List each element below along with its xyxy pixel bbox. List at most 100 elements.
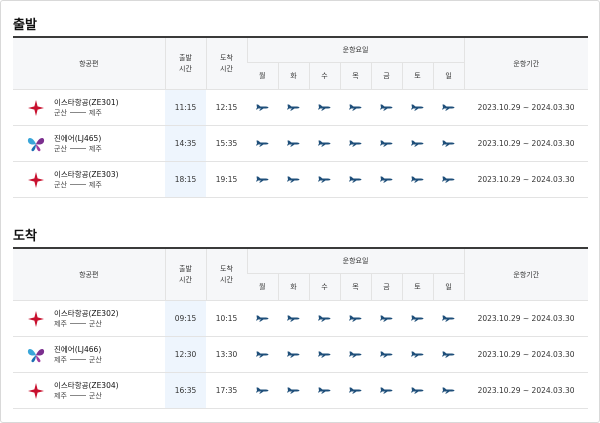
plane-icon <box>433 89 465 126</box>
plane-icon <box>309 161 340 198</box>
header-day-2: 수 <box>308 62 340 90</box>
plane-icon <box>247 336 278 373</box>
dep-time: 11:15 <box>165 89 206 126</box>
route-to: 군산 <box>88 391 102 400</box>
airline-name: 이스타항공(ZE302) <box>54 308 119 318</box>
plane-icon <box>402 300 433 337</box>
header-day-6: 일 <box>432 273 465 301</box>
dep-time: 12:30 <box>165 336 206 373</box>
arr-time: 19:15 <box>206 161 247 198</box>
plane-icon <box>371 89 402 126</box>
plane-icon <box>278 372 309 409</box>
header-day-1: 화 <box>277 62 309 90</box>
plane-icon <box>340 372 371 409</box>
operation-period: 2023.10.29 ~ 2024.03.30 <box>464 89 588 126</box>
flight-cell: 진에어(LJ466) 제주 군산 <box>13 336 165 373</box>
route-from: 제주 <box>54 391 67 400</box>
header-day-0: 월 <box>247 273 278 301</box>
route-line <box>69 112 86 113</box>
plane-icon <box>402 89 433 126</box>
dep-time: 09:15 <box>165 300 206 337</box>
arr-time: 12:15 <box>206 89 247 126</box>
plane-icon <box>340 89 371 126</box>
route: 제주 군산 <box>54 319 119 330</box>
plane-icon <box>278 336 309 373</box>
header-day-2: 수 <box>308 273 340 301</box>
jinair-butterfly-icon <box>27 346 45 364</box>
plane-icon <box>371 161 402 198</box>
plane-icon <box>309 89 340 126</box>
route-from: 제주 <box>54 355 67 364</box>
plane-icon <box>247 372 278 409</box>
plane-icon <box>278 161 309 198</box>
header-period: 운항기간 <box>463 36 588 90</box>
plane-icon <box>309 372 340 409</box>
route-to: 군산 <box>88 319 102 328</box>
plane-icon <box>247 125 278 162</box>
header-day-1: 화 <box>277 273 309 301</box>
arr-time: 10:15 <box>206 300 247 337</box>
route-line <box>69 359 86 360</box>
arr-time: 15:35 <box>206 125 247 162</box>
header-day-4: 금 <box>370 62 402 90</box>
flight-cell: 이스타항공(ZE302) 제주 군산 <box>13 300 165 337</box>
plane-icon <box>433 372 465 409</box>
airline-name: 이스타항공(ZE301) <box>54 97 119 107</box>
table-row: 이스타항공(ZE304) 제주 군산 16:35 17:35 2023.10.29 ~ 2… <box>13 372 588 409</box>
route-from: 군산 <box>54 108 67 117</box>
operation-period: 2023.10.29 ~ 2024.03.30 <box>464 125 588 162</box>
table-row: 진에어(LJ466) 제주 군산 12:30 13:30 2023.10.29 ~ 202… <box>13 336 588 373</box>
departure-title: 출발 <box>13 18 37 33</box>
route: 제주 군산 <box>54 355 102 366</box>
dep-time: 18:15 <box>165 161 206 198</box>
plane-icon <box>247 300 278 337</box>
route: 제주 군산 <box>54 391 119 402</box>
plane-icon <box>402 336 433 373</box>
route-to: 군산 <box>88 355 102 364</box>
departure-table: 항공편 출발 시간 도착 시간 운항요일 운항기간 월 화 수 목 금 토 일 이스타항공(ZE301) 군산… <box>13 36 588 198</box>
plane-icon <box>371 336 402 373</box>
route-to: 제주 <box>88 108 102 117</box>
route-line <box>69 395 86 396</box>
flight-cell: 이스타항공(ZE301) 군산 제주 <box>13 89 165 126</box>
flight-cell: 이스타항공(ZE303) 군산 제주 <box>13 161 165 198</box>
header-arr-time: 도착 시간 <box>205 247 247 301</box>
operation-period: 2023.10.29 ~ 2024.03.30 <box>464 161 588 198</box>
route-to: 제주 <box>88 144 102 153</box>
eastar-star-icon <box>27 171 45 189</box>
plane-icon <box>340 161 371 198</box>
plane-icon <box>309 336 340 373</box>
eastar-star-icon <box>27 382 45 400</box>
route-from: 군산 <box>54 144 67 153</box>
arr-time: 13:30 <box>206 336 247 373</box>
header-arr-time: 도착 시간 <box>205 36 247 90</box>
dep-time: 16:35 <box>165 372 206 409</box>
plane-icon <box>433 300 465 337</box>
jinair-butterfly-icon <box>27 135 45 153</box>
header-dep-time: 출발 시간 <box>164 247 206 301</box>
plane-icon <box>278 125 309 162</box>
flight-cell: 진에어(LJ465) 군산 제주 <box>13 125 165 162</box>
header-day-5: 토 <box>401 62 433 90</box>
route-from: 제주 <box>54 319 67 328</box>
header-days: 운항요일 <box>246 247 465 274</box>
airline-name: 진에어(LJ465) <box>54 133 102 143</box>
plane-icon <box>278 300 309 337</box>
plane-icon <box>402 125 433 162</box>
route-from: 군산 <box>54 180 67 189</box>
header-day-3: 목 <box>339 273 371 301</box>
flight-cell: 이스타항공(ZE304) 제주 군산 <box>13 372 165 409</box>
table-row: 진에어(LJ465) 군산 제주 14:35 15:35 2023.10.29 ~ 202… <box>13 125 588 162</box>
plane-icon <box>309 125 340 162</box>
route: 군산 제주 <box>54 108 119 119</box>
header-flight: 항공편 <box>13 36 165 90</box>
operation-period: 2023.10.29 ~ 2024.03.30 <box>464 336 588 373</box>
plane-icon <box>247 161 278 198</box>
plane-icon <box>278 89 309 126</box>
header-day-4: 금 <box>370 273 402 301</box>
airline-name: 진에어(LJ466) <box>54 344 102 354</box>
route: 군산 제주 <box>54 144 102 155</box>
plane-icon <box>402 372 433 409</box>
dep-time: 14:35 <box>165 125 206 162</box>
table-row: 이스타항공(ZE301) 군산 제주 11:15 12:15 2023.10.29 ~ 2… <box>13 89 588 126</box>
